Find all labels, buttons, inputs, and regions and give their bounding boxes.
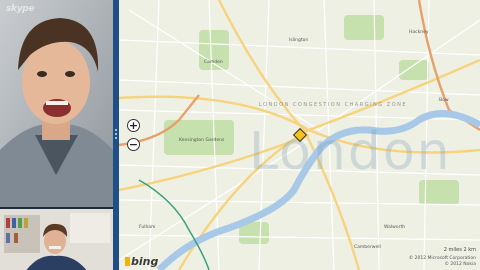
map-area-label: Fulham <box>139 225 156 230</box>
map-sub-label: LONDON CONGESTION CHARGING ZONE <box>259 102 408 108</box>
scale-km: 2 km <box>463 247 476 253</box>
self-participant-image <box>0 209 113 270</box>
map-city-label: London <box>249 122 452 182</box>
video-pane: skype <box>0 0 113 270</box>
self-video-preview[interactable] <box>0 207 113 270</box>
copyright-line: © 2012 Nokia <box>444 262 476 267</box>
map-area-label: Islington <box>289 38 309 43</box>
skype-watermark: skype <box>6 4 35 14</box>
map-area-label: Camden <box>204 60 223 65</box>
remote-video-feed[interactable]: skype <box>0 0 113 207</box>
scale-miles: 2 miles <box>443 247 462 253</box>
skype-call-window: skype LONDON CONGESTION CHARGING ZONE Lo… <box>0 0 480 270</box>
map-area-label: Camberwell <box>354 245 381 250</box>
bing-logo-text: bing <box>131 255 159 268</box>
map-area-label: Bow <box>439 98 449 103</box>
map-copyright: © 2012 Microsoft Corporation © 2012 Noki… <box>409 256 476 268</box>
map-area-label: Walworth <box>384 225 406 230</box>
zoom-out-button[interactable]: − <box>127 138 140 151</box>
map-area-label: Hackney <box>409 30 429 35</box>
bing-map-view[interactable]: LONDON CONGESTION CHARGING ZONE London K… <box>119 0 480 270</box>
bing-mark-icon <box>125 257 130 266</box>
remote-participant-image <box>0 0 113 207</box>
bing-logo: bing <box>125 255 158 268</box>
divider-grip-icon[interactable] <box>115 129 117 141</box>
map-scale: 2 miles 2 km <box>444 247 476 253</box>
zoom-in-button[interactable]: + <box>127 119 140 132</box>
map-area-label: Kensington Gardens <box>179 138 225 143</box>
